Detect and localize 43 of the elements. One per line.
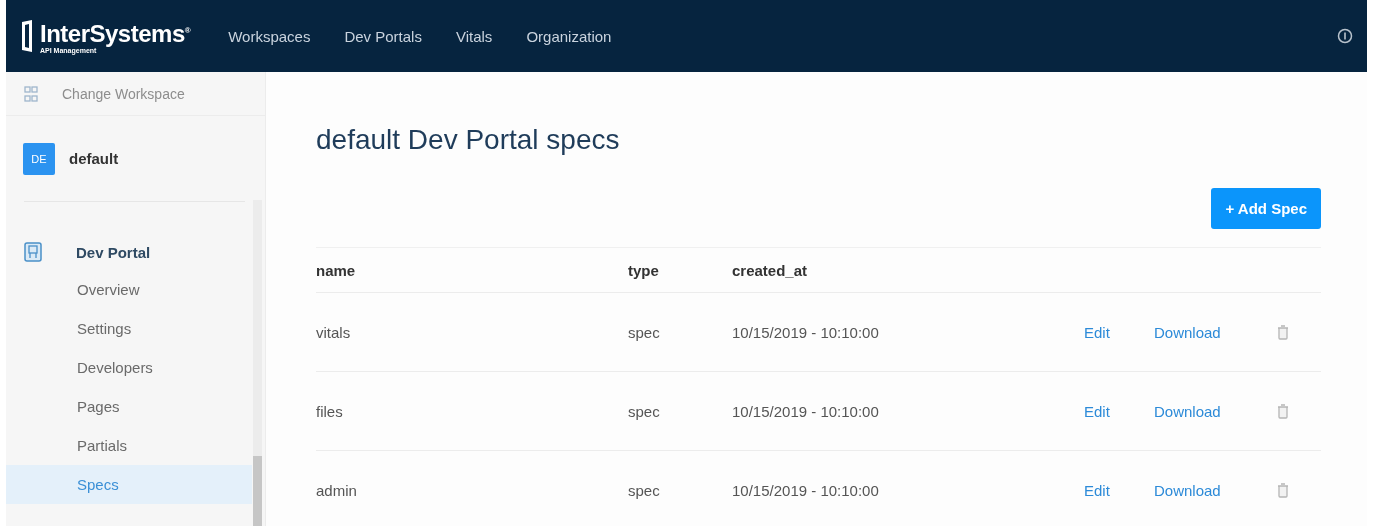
table-cell: 10/15/2019 - 10:10:00 bbox=[732, 402, 879, 420]
logo-icon bbox=[20, 19, 34, 53]
column-header: created_at bbox=[732, 261, 808, 279]
brand-name: InterSystems$^{®}$ bbox=[40, 19, 191, 47]
trash-icon[interactable] bbox=[1277, 324, 1289, 340]
workspace-name: default bbox=[69, 150, 119, 167]
sidebar-item[interactable]: Settings bbox=[6, 309, 252, 348]
download-link[interactable]: Download bbox=[1154, 323, 1221, 341]
nav-link[interactable]: Vitals bbox=[455, 27, 493, 45]
table-cell: 10/15/2019 - 10:10:00 bbox=[732, 323, 879, 341]
table-cell: spec bbox=[628, 481, 660, 499]
page-title: default Dev Portal specs bbox=[316, 124, 621, 156]
table-cell: spec bbox=[628, 402, 660, 420]
workspaces-icon bbox=[24, 85, 38, 102]
sidebar-item[interactable]: Partials bbox=[6, 426, 252, 465]
download-link[interactable]: Download bbox=[1154, 481, 1221, 499]
table-cell: spec bbox=[628, 323, 660, 341]
edit-link[interactable]: Edit bbox=[1084, 402, 1110, 420]
table-cell: admin bbox=[316, 481, 357, 499]
change-workspace-link[interactable]: Change Workspace bbox=[62, 85, 185, 102]
trash-icon[interactable] bbox=[1277, 403, 1289, 419]
nav-link[interactable]: Workspaces bbox=[228, 27, 311, 45]
nav-link[interactable]: Organization bbox=[526, 27, 612, 45]
column-header: type bbox=[628, 261, 659, 279]
column-header: name bbox=[316, 261, 356, 279]
table-cell: vitals bbox=[316, 323, 351, 341]
edit-link[interactable]: Edit bbox=[1084, 481, 1110, 499]
portal-icon bbox=[24, 242, 42, 262]
table-cell: files bbox=[316, 402, 343, 420]
scrollbar[interactable] bbox=[253, 200, 262, 526]
trash-icon[interactable] bbox=[1277, 482, 1289, 498]
sidebar-item[interactable]: Specs bbox=[6, 465, 252, 504]
sidebar-item[interactable]: Overview bbox=[6, 270, 252, 309]
add-spec-button[interactable]: + Add Spec bbox=[1211, 188, 1321, 229]
download-link[interactable]: Download bbox=[1154, 402, 1221, 420]
edit-link[interactable]: Edit bbox=[1084, 323, 1110, 341]
section-title: Dev Portal bbox=[76, 243, 151, 261]
sidebar-item[interactable]: Developers bbox=[6, 348, 252, 387]
nav-link[interactable]: Dev Portals bbox=[344, 27, 422, 45]
workspace-badge: DE bbox=[23, 142, 55, 175]
table-cell: 10/15/2019 - 10:10:00 bbox=[732, 481, 879, 499]
sidebar-item[interactable]: Pages bbox=[6, 387, 252, 426]
info-icon[interactable] bbox=[1337, 28, 1353, 44]
